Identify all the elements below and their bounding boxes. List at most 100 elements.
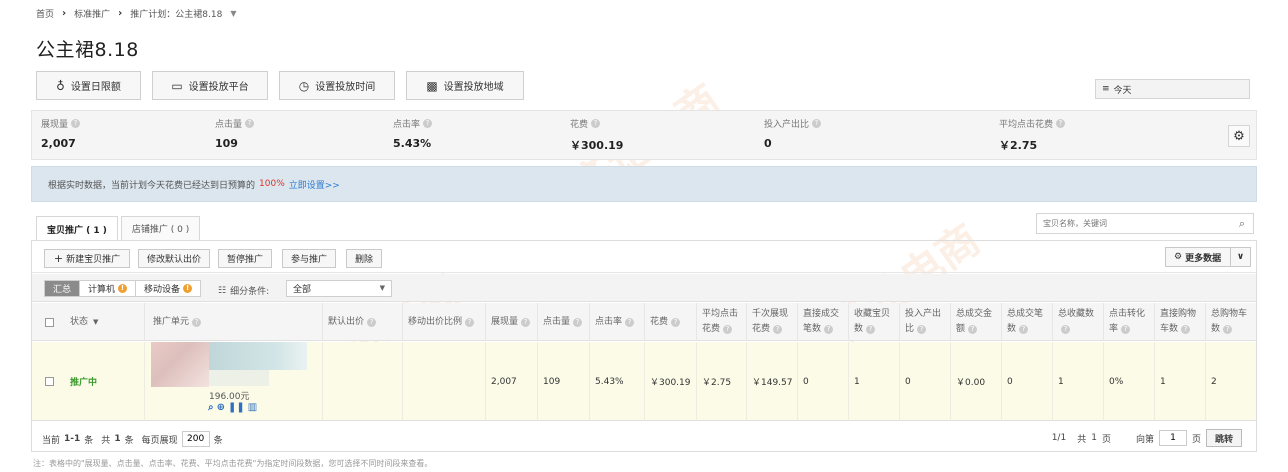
caret-down-icon[interactable]: ▼ (230, 9, 236, 18)
header-conversion[interactable]: 点击转化率? (1103, 303, 1154, 341)
pages-prefix: 共 (1077, 434, 1087, 445)
table-row[interactable]: 推广中 196.00元 ⌕ ⊕ ❚❚ ▥ 2,007 109 5.43% ￥30… (32, 342, 1256, 421)
help-icon[interactable]: ? (968, 325, 978, 334)
header-fav-items[interactable]: 收藏宝贝数? (848, 303, 899, 341)
help-icon[interactable]: ? (245, 119, 255, 128)
header-total-orders-line1: 总成交笔 (1007, 309, 1044, 319)
more-data-button[interactable]: ⚙ 更多数据 ∨ (1165, 247, 1251, 267)
chevron-down-icon[interactable]: ∨ (1230, 248, 1250, 266)
goto-button[interactable]: 跳转 (1205, 429, 1242, 447)
gear-icon[interactable]: ⚙ (1228, 125, 1250, 147)
select-all-checkbox[interactable] (45, 317, 54, 327)
set-daily-budget-button[interactable]: ♁ 设置日限额 (36, 71, 141, 100)
help-icon[interactable]: ? (625, 317, 635, 327)
goto-page-input[interactable] (1158, 430, 1187, 446)
help-icon[interactable]: ? (367, 317, 377, 327)
filter-summary[interactable]: 汇总 (45, 281, 81, 296)
header-ctr[interactable]: 点击率? (589, 303, 644, 341)
breadcrumb-standard[interactable]: 标准推广 (74, 7, 110, 20)
help-icon[interactable]: ? (591, 119, 601, 128)
help-icon[interactable]: ? (1056, 119, 1066, 128)
new-item-promotion-button[interactable]: + 新建宝贝推广 (44, 249, 130, 268)
product-thumbnail[interactable] (151, 342, 209, 387)
pause-icon[interactable]: ❚❚ (228, 402, 245, 413)
header-default-bid[interactable]: 默认出价? (322, 303, 402, 341)
join-promotion-button[interactable]: 参与推广 (282, 249, 336, 268)
header-direct-cart[interactable]: 直接购物 车数? (1154, 303, 1205, 341)
pager-per-page-suffix: 条 (213, 435, 223, 446)
set-time-button[interactable]: ◷ 设置投放时间 (279, 71, 395, 100)
date-range-select[interactable]: ≡ 今天 (1095, 79, 1250, 99)
metric-avg-cpc: 平均点击花费? ￥2.75 (999, 117, 1066, 153)
header-direct-orders[interactable]: 直接成交 笔数? (797, 303, 848, 341)
breadcrumb: 首页 › 标准推广 › 推广计划：公主裙8.18 ▼ (36, 5, 236, 21)
header-total-cart[interactable]: 总购物车数? (1205, 303, 1257, 341)
help-icon[interactable]: ? (192, 317, 202, 327)
product-title-blurred[interactable] (209, 342, 307, 370)
edit-default-bid-button[interactable]: 修改默认出价 (138, 249, 210, 268)
pause-promotion-button[interactable]: 暂停推广 (218, 249, 272, 268)
pagination-nav: 1/1 共1页 向第 页 跳转 (1052, 429, 1242, 447)
header-avg-cpc[interactable]: 平均点击 花费? (696, 303, 746, 341)
header-clicks[interactable]: 点击量? (537, 303, 589, 341)
help-icon[interactable]: ? (1061, 325, 1070, 334)
help-icon[interactable]: ? (917, 325, 927, 334)
help-icon[interactable]: ? (423, 119, 433, 128)
breadcrumb-home[interactable]: 首页 (36, 7, 54, 20)
pages-suffix: 页 (1101, 434, 1111, 445)
help-icon[interactable]: ? (723, 325, 733, 334)
pager-total-prefix: 共 (101, 435, 111, 446)
set-now-link[interactable]: 立即设置>> (289, 178, 340, 191)
pager-range: 1-1 (64, 434, 81, 444)
search-input[interactable] (1043, 219, 1223, 228)
trash-icon[interactable]: ▥ (248, 402, 257, 413)
set-region-button[interactable]: ▩ 设置投放地域 (406, 71, 524, 100)
header-roi[interactable]: 投入产出比? (899, 303, 950, 341)
help-icon[interactable]: ? (521, 317, 531, 327)
header-impressions[interactable]: 展现量? (485, 303, 537, 341)
table-header: 状态 ▼ 推广单元? 默认出价? 移动出价比例? 展现量? 点击量? 点击率? 花… (32, 303, 1256, 341)
row-checkbox[interactable] (45, 377, 54, 386)
tab-item-promotion[interactable]: 宝贝推广 ( 1 ) (36, 216, 118, 241)
header-status[interactable]: 状态 ▼ (62, 303, 144, 341)
header-total-orders[interactable]: 总成交笔数? (1001, 303, 1052, 341)
help-icon[interactable]: ? (671, 317, 681, 327)
header-cpm[interactable]: 千次展现 花费? (746, 303, 797, 341)
action-bar: + 新建宝贝推广 修改默认出价 暂停推广 参与推广 删除 ⚙ 更多数据 ∨ (32, 241, 1256, 273)
help-icon[interactable]: ? (1019, 325, 1029, 334)
globe-icon[interactable]: ⊕ (217, 402, 225, 413)
help-icon[interactable]: ? (465, 317, 475, 327)
help-icon[interactable]: ? (773, 325, 783, 334)
filter-computer[interactable]: 计算机! (80, 281, 137, 296)
caret-down-icon: ▼ (379, 284, 385, 292)
row-checkbox-cell (32, 342, 62, 421)
header-checkbox[interactable] (32, 303, 62, 341)
header-mobile-ratio[interactable]: 移动出价比例? (402, 303, 485, 341)
help-icon[interactable]: ? (866, 325, 876, 334)
help-icon[interactable]: ? (824, 325, 834, 334)
tab-shop-promotion[interactable]: 店铺推广 ( 0 ) (120, 216, 201, 240)
help-icon[interactable]: ? (71, 119, 81, 128)
header-total-gmv[interactable]: 总成交金额? (950, 303, 1001, 341)
delete-button[interactable]: 删除 (346, 249, 382, 268)
search-icon[interactable]: ⌕ (1239, 217, 1245, 231)
row-default-bid[interactable] (322, 342, 402, 421)
header-total-fav[interactable]: 总收藏数? (1052, 303, 1103, 341)
row-mobile-ratio[interactable] (402, 342, 485, 421)
help-icon[interactable]: ? (573, 317, 583, 327)
help-icon[interactable]: ? (812, 119, 822, 128)
set-platform-button[interactable]: ▭ 设置投放平台 (152, 71, 268, 100)
row-ctr: 5.43% (589, 342, 644, 421)
header-cost[interactable]: 花费? (644, 303, 696, 341)
help-icon[interactable]: ? (1121, 325, 1131, 334)
filter-mobile[interactable]: 移动设备! (136, 281, 200, 296)
pager-per-page-label: 每页展现 (141, 435, 178, 446)
header-ctr-label: 点击率 (595, 316, 623, 327)
breakdown-select[interactable]: 全部 ▼ (286, 280, 392, 297)
goto-suffix: 页 (1191, 434, 1201, 445)
per-page-input[interactable] (181, 431, 210, 447)
help-icon[interactable]: ? (1223, 325, 1233, 334)
pagination: 当前1-1条 共1条 每页展现 条 1/1 共1页 向第 页 跳转 (32, 423, 1256, 451)
help-icon[interactable]: ? (1181, 325, 1191, 334)
search-icon[interactable]: ⌕ (208, 402, 214, 413)
